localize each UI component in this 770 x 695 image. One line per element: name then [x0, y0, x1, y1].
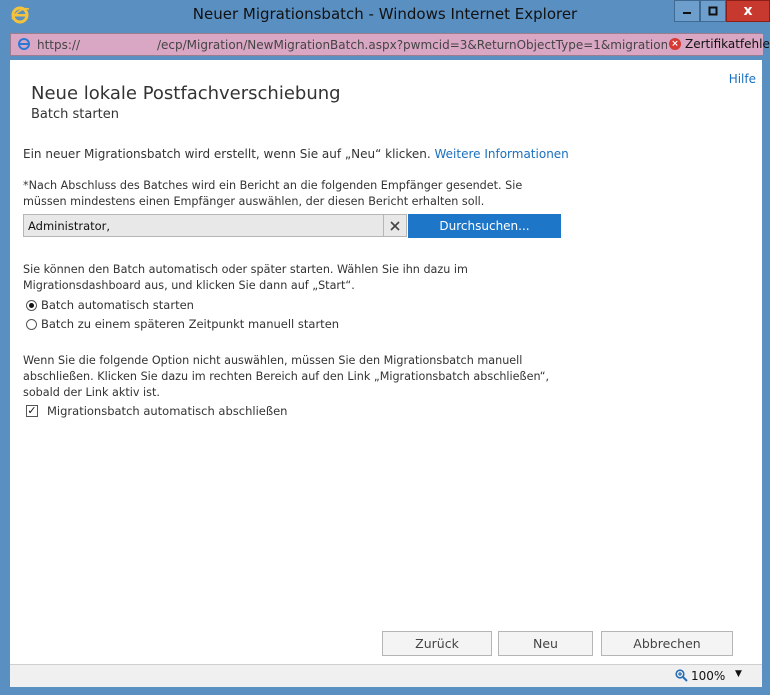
close-button[interactable]: x: [726, 0, 770, 22]
start-note: Sie können den Batch automatisch oder sp…: [23, 263, 468, 292]
page-title: Neue lokale Postfachverschiebung: [31, 83, 341, 104]
zoom-level[interactable]: 100%: [691, 669, 725, 683]
address-path: /ecp/Migration/NewMigrationBatch.aspx?pw…: [157, 38, 667, 52]
report-note: *Nach Abschluss des Batches wird ein Ber…: [23, 179, 523, 208]
back-button[interactable]: Zurück: [382, 631, 492, 656]
minimize-button[interactable]: [674, 0, 700, 22]
page-content: Hilfe Neue lokale Postfachverschiebung B…: [10, 60, 762, 664]
new-button[interactable]: Neu: [498, 631, 593, 656]
close-icon: x: [743, 3, 753, 19]
address-protocol: https://: [37, 38, 81, 52]
radio-manual-start[interactable]: Batch zu einem späteren Zeitpunkt manuel…: [26, 317, 339, 331]
cancel-button[interactable]: Abbrechen: [601, 631, 733, 656]
radio-button[interactable]: [26, 318, 37, 330]
auto-complete-option[interactable]: ✓ Migrationsbatch automatisch abschließe…: [26, 404, 287, 418]
status-bar: 100% ▼: [10, 664, 762, 687]
help-link[interactable]: Hilfe: [729, 72, 756, 86]
window-title: Neuer Migrationsbatch - Windows Internet…: [192, 5, 578, 23]
restore-button[interactable]: [700, 0, 726, 22]
complete-note: Wenn Sie die folgende Option nicht auswä…: [23, 354, 550, 399]
close-icon: [390, 220, 400, 231]
restore-icon: [708, 6, 718, 16]
clear-recipients-button[interactable]: [383, 215, 406, 236]
intro-text: Ein neuer Migrationsbatch wird erstellt,…: [23, 146, 569, 162]
ie-page-icon: [18, 38, 30, 50]
recipients-value: Administrator,: [28, 219, 111, 233]
title-bar: Neuer Migrationsbatch - Windows Internet…: [0, 0, 770, 32]
recipients-field[interactable]: Administrator,: [23, 214, 407, 237]
radio-button-selected[interactable]: [26, 299, 37, 311]
auto-complete-label: Migrationsbatch automatisch abschließen: [47, 404, 288, 418]
chevron-down-icon[interactable]: ▼: [735, 669, 742, 679]
address-bar[interactable]: https:// /ecp/Migration/NewMigrationBatc…: [10, 33, 770, 56]
more-info-link[interactable]: Weitere Informationen: [435, 147, 569, 161]
zoom-icon: [675, 669, 688, 682]
window-controls: x: [674, 0, 770, 22]
browser-window: Neuer Migrationsbatch - Windows Internet…: [0, 0, 770, 695]
browse-button[interactable]: Durchsuchen...: [408, 214, 561, 238]
certificate-error-button[interactable]: × Zertifikatfehler: [667, 34, 770, 55]
minimize-icon: [683, 12, 691, 14]
auto-complete-checkbox[interactable]: ✓: [26, 405, 38, 417]
radio-auto-label: Batch automatisch starten: [41, 298, 194, 312]
radio-auto-start[interactable]: Batch automatisch starten: [26, 298, 194, 312]
radio-manual-label: Batch zu einem späteren Zeitpunkt manuel…: [41, 317, 340, 331]
error-icon: ×: [669, 38, 681, 50]
intro-sentence: Ein neuer Migrationsbatch wird erstellt,…: [23, 147, 431, 161]
page-subtitle: Batch starten: [31, 107, 120, 122]
certificate-error-label: Zertifikatfehler: [685, 37, 770, 51]
